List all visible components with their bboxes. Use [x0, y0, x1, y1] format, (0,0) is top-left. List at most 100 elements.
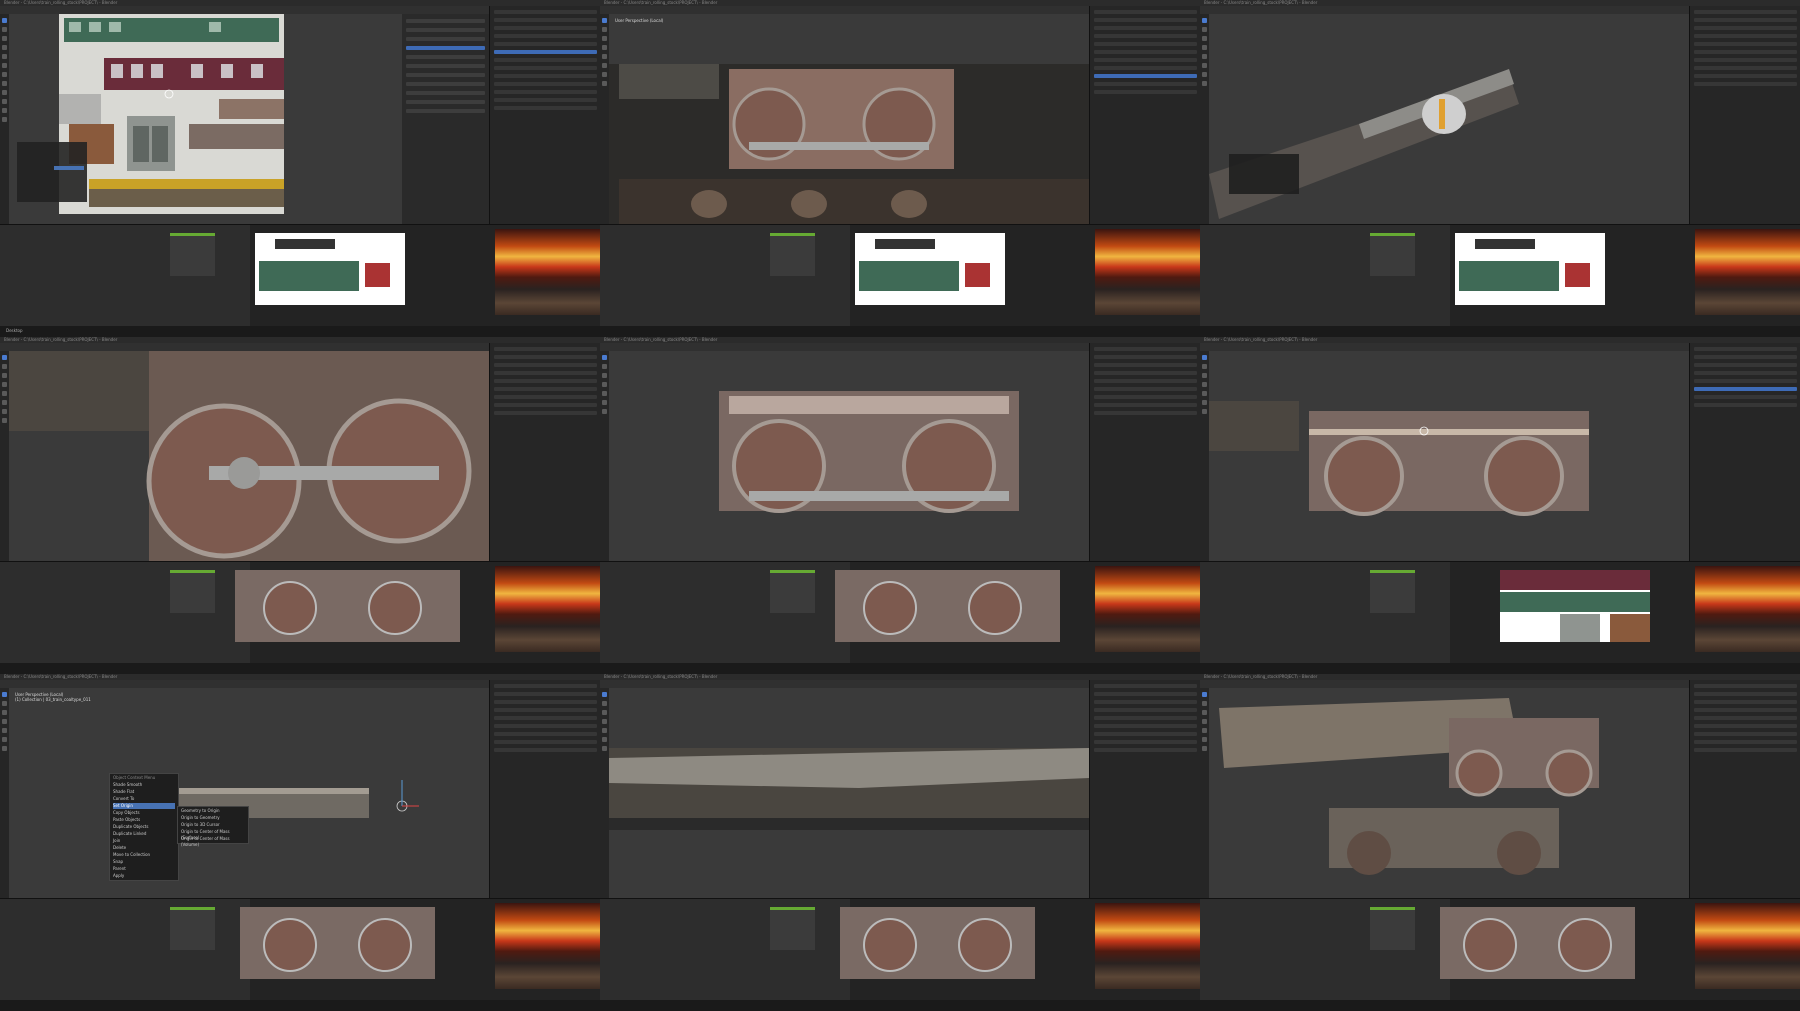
image-editor[interactable] — [235, 570, 460, 642]
properties-editor[interactable] — [489, 343, 600, 561]
taskbar[interactable]: Desktop — [0, 326, 600, 337]
bottom-editors — [0, 898, 600, 1001]
shader-node[interactable] — [170, 570, 215, 613]
blender-tile-texture-atlas: Blender - C:\Users\train_rolling_stock\P… — [0, 0, 600, 337]
3d-viewport[interactable] — [609, 351, 1089, 561]
tool-shelf[interactable] — [600, 688, 609, 898]
shader-editor[interactable] — [1200, 225, 1450, 327]
shader-editor[interactable] — [1200, 562, 1450, 664]
blender-tile-car-body: Blender - C:\Users\train_rolling_stock\P… — [1200, 0, 1800, 337]
bottom-editors — [1200, 224, 1800, 327]
submenu-item[interactable]: Origin to Center of Mass (Volume) — [181, 836, 245, 847]
shader-editor[interactable] — [600, 899, 850, 1001]
shader-editor[interactable] — [0, 562, 250, 664]
properties-editor[interactable] — [1089, 6, 1200, 224]
properties-editor[interactable] — [489, 6, 600, 224]
menu-item[interactable]: Apply — [113, 873, 175, 879]
tool-shelf[interactable] — [0, 688, 9, 898]
reference-photo — [495, 229, 600, 315]
taskbar[interactable] — [0, 663, 600, 674]
menu-item[interactable]: Move to Collection — [113, 852, 175, 858]
tool-shelf[interactable] — [600, 351, 609, 561]
tool-shelf[interactable] — [0, 14, 9, 224]
shader-editor[interactable] — [600, 225, 850, 327]
menu-item[interactable]: Shade Smooth — [113, 782, 175, 788]
properties-editor[interactable] — [1689, 343, 1800, 561]
blender-tile-bogie-model: Blender - C:\Users\train_rolling_stock\P… — [600, 337, 1200, 674]
tool-shelf[interactable] — [600, 14, 609, 224]
object-context-menu[interactable]: Object Context Menu Shade Smooth Shade F… — [109, 773, 179, 881]
menu-item[interactable]: Paste Objects — [113, 817, 175, 823]
set-origin-submenu[interactable]: Geometry to Origin Origin to Geometry Or… — [177, 806, 249, 847]
wheel-scene — [9, 351, 489, 561]
menu-item[interactable]: Snap — [113, 859, 175, 865]
menu-item[interactable]: Parent — [113, 866, 175, 872]
shader-node[interactable] — [770, 570, 815, 613]
tool-shelf[interactable] — [1200, 688, 1209, 898]
screenshot-grid: Blender - C:\Users\train_rolling_stock\P… — [0, 0, 1800, 1011]
shader-node[interactable] — [170, 233, 215, 276]
shader-node[interactable] — [1370, 570, 1415, 613]
reference-photo — [1695, 903, 1800, 989]
image-editor[interactable] — [240, 907, 435, 979]
menu-item[interactable]: Copy Objects — [113, 810, 175, 816]
taskbar[interactable] — [600, 326, 1200, 337]
3d-viewport[interactable] — [609, 688, 1089, 898]
underframe-scene — [609, 748, 1089, 830]
submenu-item[interactable]: Origin to Geometry — [181, 815, 245, 821]
shader-node[interactable] — [1370, 907, 1415, 950]
sidebar-n-panel[interactable] — [402, 14, 489, 224]
menu-item[interactable]: Shade Flat — [113, 789, 175, 795]
reference-photo — [1695, 566, 1800, 652]
taskbar[interactable] — [1200, 663, 1800, 674]
shader-editor[interactable] — [600, 562, 850, 664]
menu-item[interactable]: Convert To — [113, 796, 175, 802]
properties-editor[interactable] — [1689, 6, 1800, 224]
taskbar[interactable] — [1200, 1000, 1800, 1011]
image-editor[interactable] — [255, 233, 405, 305]
shader-editor[interactable] — [0, 225, 250, 327]
shader-node[interactable] — [770, 907, 815, 950]
bottom-editors — [600, 561, 1200, 664]
image-editor[interactable] — [835, 570, 1060, 642]
shader-editor[interactable] — [1200, 899, 1450, 1001]
blender-tile-bogie-model-2: Blender - C:\Users\train_rolling_stock\P… — [1200, 337, 1800, 674]
properties-editor[interactable] — [489, 680, 600, 898]
shader-node[interactable] — [1370, 233, 1415, 276]
tool-shelf[interactable] — [1200, 14, 1209, 224]
properties-editor[interactable] — [1689, 680, 1800, 898]
tool-shelf[interactable] — [0, 351, 9, 561]
shader-editor[interactable] — [0, 899, 250, 1001]
3d-viewport[interactable]: User Perspective (Local) — [609, 14, 1089, 224]
properties-editor[interactable] — [1089, 343, 1200, 561]
taskbar[interactable] — [1200, 326, 1800, 337]
shader-node[interactable] — [170, 907, 215, 950]
properties-editor[interactable] — [1089, 680, 1200, 898]
blender-tile-wheel-closeup: Blender - C:\Users\train_rolling_stock\P… — [0, 337, 600, 674]
image-editor[interactable] — [855, 233, 1005, 305]
blender-tile-assembled-wagon: Blender - C:\Users\train_rolling_stock\P… — [1200, 674, 1800, 1011]
image-editor[interactable] — [840, 907, 1035, 979]
image-editor[interactable] — [1455, 233, 1605, 305]
3d-viewport[interactable] — [1209, 688, 1689, 898]
image-editor[interactable] — [1440, 907, 1635, 979]
taskbar[interactable] — [600, 663, 1200, 674]
bottom-editors — [0, 561, 600, 664]
menu-item-set-origin[interactable]: Set Origin — [113, 803, 175, 809]
taskbar[interactable] — [0, 1000, 600, 1011]
shader-node[interactable] — [770, 233, 815, 276]
menu-item[interactable]: Duplicate Objects — [113, 824, 175, 830]
3d-viewport[interactable] — [1209, 351, 1689, 561]
3d-viewport[interactable]: User Perspective (Local) (1) Collection … — [9, 688, 489, 898]
3d-viewport[interactable] — [1209, 14, 1689, 224]
submenu-item[interactable]: Origin to 3D Cursor — [181, 822, 245, 828]
3d-viewport[interactable] — [9, 351, 489, 561]
image-editor[interactable] — [1500, 570, 1650, 642]
menu-item[interactable]: Duplicate Linked — [113, 831, 175, 837]
submenu-item[interactable]: Geometry to Origin — [181, 808, 245, 814]
menu-item[interactable]: Join — [113, 838, 175, 844]
tool-shelf[interactable] — [1200, 351, 1209, 561]
taskbar[interactable] — [600, 1000, 1200, 1011]
menu-item[interactable]: Delete — [113, 845, 175, 851]
submenu-item[interactable]: Origin to Center of Mass (Surface) — [181, 829, 245, 840]
